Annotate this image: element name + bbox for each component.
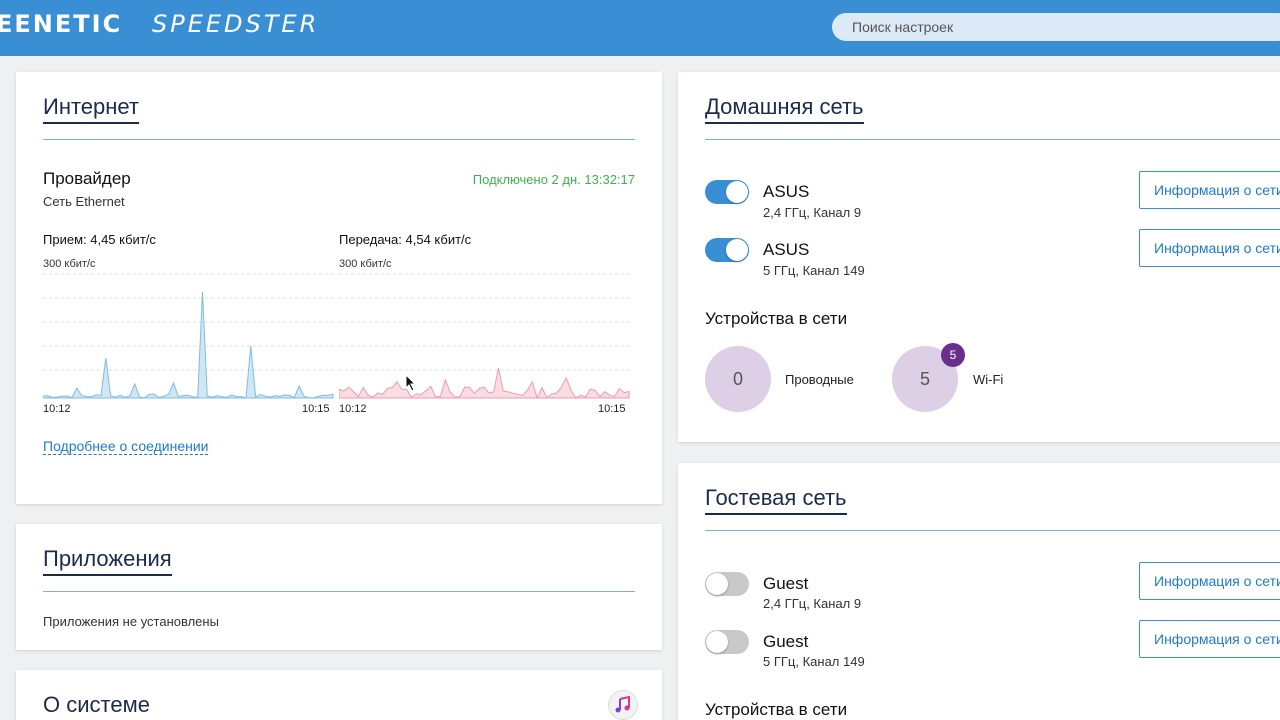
music-note-icon[interactable] <box>608 690 638 720</box>
rx-graph <box>43 273 337 399</box>
top-bar: EENETIC SPEEDSTER <box>0 0 1280 56</box>
guest-network-2-details: 5 ГГц, Канал 149 <box>763 654 865 669</box>
toggle-knob <box>706 573 728 595</box>
toggle-knob <box>726 239 748 261</box>
guest-devices-title: Устройства в сети <box>705 700 848 719</box>
mouse-cursor <box>405 374 417 392</box>
guest-network-1-details: 2,4 ГГц, Канал 9 <box>763 596 862 611</box>
internet-card: Интернет Провайдер Сеть Ethernet Подключ… <box>16 72 662 504</box>
wired-devices-circle[interactable]: 0 <box>705 346 771 412</box>
toggle-knob <box>706 631 728 653</box>
connection-details-link[interactable]: Подробнее о соединении <box>43 438 209 455</box>
divider <box>705 530 1280 531</box>
guest-title: Гостевая сеть <box>705 485 847 515</box>
brand-logo: EENETIC <box>0 10 123 38</box>
provider-label: Провайдер <box>43 169 131 188</box>
guest-network-2-name: Guest <box>763 632 809 651</box>
tx-time-start: 10:12 <box>339 403 367 415</box>
home-network-2-toggle[interactable] <box>705 238 749 262</box>
wifi-devices-badge: 5 <box>941 343 965 367</box>
tx-area <box>339 367 630 400</box>
apps-title: Приложения <box>43 546 172 576</box>
tx-label: Передача: 4,54 кбит/с <box>339 232 472 247</box>
system-title: О системе <box>43 692 150 720</box>
home-devices-title: Устройства в сети <box>705 309 848 328</box>
provider-type: Сеть Ethernet <box>43 194 125 209</box>
divider <box>705 139 1280 140</box>
tx-graph <box>339 273 633 400</box>
home-network-2-info-button[interactable]: Информация о сети <box>1139 229 1280 267</box>
guest-network-2-info-button[interactable]: Информация о сети <box>1139 620 1280 658</box>
apps-card: Приложения Приложения не установлены <box>16 524 662 650</box>
apps-empty-text: Приложения не установлены <box>43 614 219 629</box>
rx-area <box>43 291 334 399</box>
home-network-1-details: 2,4 ГГц, Канал 9 <box>763 205 862 220</box>
guest-network-1-info-button[interactable]: Информация о сети <box>1139 562 1280 600</box>
home-title: Домашняя сеть <box>705 94 864 124</box>
divider <box>43 591 635 592</box>
divider <box>43 139 635 140</box>
brand-model: SPEEDSTER <box>152 10 320 38</box>
tx-time-end: 10:15 <box>598 403 626 415</box>
home-network-1-name: ASUS <box>763 182 810 201</box>
home-network-2-details: 5 ГГц, Канал 149 <box>763 263 865 278</box>
rx-time-end: 10:15 <box>302 403 330 415</box>
rx-time-start: 10:12 <box>43 403 71 415</box>
system-card: О системе <box>16 670 662 720</box>
toggle-knob <box>726 181 748 203</box>
search-input[interactable] <box>832 13 1280 41</box>
wifi-devices-label: Wi-Fi <box>973 372 1004 387</box>
connection-status: Подключено 2 дн. 13:32:17 <box>472 172 635 187</box>
wired-devices-label: Проводные <box>785 372 854 387</box>
rx-label: Прием: 4,45 кбит/с <box>43 232 156 247</box>
guest-network-1-toggle[interactable] <box>705 572 749 596</box>
guest-network-1-name: Guest <box>763 574 809 593</box>
home-network-1-toggle[interactable] <box>705 180 749 204</box>
internet-title: Интернет <box>43 94 139 124</box>
guest-network-2-toggle[interactable] <box>705 630 749 654</box>
home-network-2-name: ASUS <box>763 240 810 259</box>
home-network-1-info-button[interactable]: Информация о сети <box>1139 171 1280 209</box>
